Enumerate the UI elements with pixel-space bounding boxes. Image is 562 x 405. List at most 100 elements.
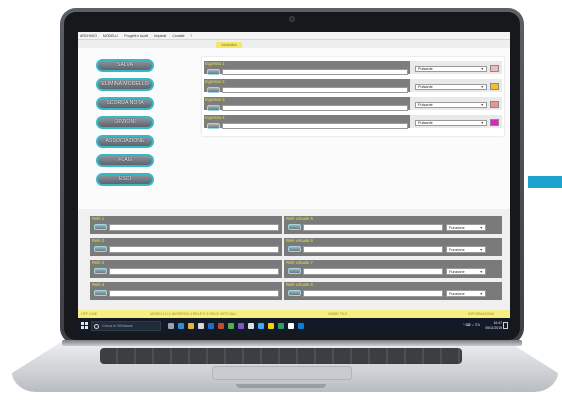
relay-toggle[interactable] (94, 290, 107, 296)
input-bar: Ingresso 1 (204, 61, 410, 75)
menu-item-help[interactable]: ? (190, 34, 192, 38)
relay-toggle[interactable] (94, 268, 107, 274)
settings-icon[interactable] (248, 323, 254, 329)
input-name-field[interactable] (222, 69, 408, 75)
laptop-scene: ARCHIVIO MODELLI Progetti e Audit Impian… (0, 0, 562, 405)
select-value: Pulsante (418, 103, 433, 107)
select-value: Funzione (449, 292, 465, 296)
chrome-icon[interactable] (228, 323, 234, 329)
laptop-keyboard (100, 348, 462, 364)
input-name-field[interactable] (222, 123, 408, 129)
options-button[interactable]: OPZIONI (96, 116, 154, 129)
function-select[interactable]: Funzione ▼ (446, 290, 486, 297)
menu-item-contatti[interactable]: Contatti (172, 34, 184, 38)
info-label[interactable]: INFORMAZIONI (468, 312, 494, 316)
input-row: Ingresso 2 Pulsante ▼ (204, 76, 502, 93)
app-window: ARCHIVIO MODELLI Progetti e Audit Impian… (78, 32, 510, 334)
input-name-field[interactable] (222, 105, 408, 111)
chevron-down-icon: ▼ (480, 67, 484, 71)
document-icon[interactable] (288, 323, 294, 329)
input-options: Pulsante ▼ (410, 115, 502, 128)
windows-start-icon[interactable] (81, 322, 88, 329)
app-active-icon[interactable] (298, 323, 304, 329)
relay-name-field[interactable] (109, 268, 279, 275)
clock[interactable]: 16:47 05/11/2019 (485, 321, 502, 330)
exit-button[interactable]: ESCI (96, 173, 154, 186)
notification-icon[interactable] (503, 322, 508, 329)
virtual-relay-name-field[interactable] (303, 290, 443, 297)
association-button[interactable]: ASSOCIAZIONE (96, 135, 154, 148)
input-toggle[interactable] (207, 123, 220, 129)
excel-icon[interactable] (278, 323, 284, 329)
relay-label: Relè 1 (92, 216, 105, 221)
menu-item-progetti[interactable]: Progetti e Audit (124, 34, 148, 38)
virtual-relay-name-field[interactable] (303, 246, 443, 253)
input-name-field[interactable] (222, 87, 408, 93)
virtual-relay-toggle[interactable] (288, 268, 301, 274)
relay-toggle[interactable] (94, 246, 107, 252)
folder-icon[interactable] (188, 323, 194, 329)
system-tray[interactable]: ^ ⌨ ♪ ITA (463, 323, 480, 327)
input-toggle[interactable] (207, 87, 220, 93)
virtual-relay-cell: Relè virtuale 7 Funzione ▼ (284, 260, 502, 278)
menu-item-impianti[interactable]: Impianti (154, 34, 166, 38)
virtual-relay-toggle[interactable] (288, 246, 301, 252)
relays-panel: Relè 1 Relè 2 Relè 3 Relè 4 Relè virtual… (78, 209, 510, 310)
menu-bar: ARCHIVIO MODELLI Progetti e Audit Impian… (78, 32, 510, 40)
notes-icon[interactable] (268, 323, 274, 329)
virtual-relay-cell: Relè virtuale 5 Funzione ▼ (284, 216, 502, 234)
office-icon[interactable] (218, 323, 224, 329)
chevron-down-icon: ▼ (480, 121, 484, 125)
delete-model-button[interactable]: ELIMINA MODELLO (96, 78, 154, 91)
function-select[interactable]: Funzione ▼ (446, 224, 486, 231)
menu-item-modelli[interactable]: MODELLI (103, 34, 118, 38)
virtual-relay-toggle[interactable] (288, 290, 301, 296)
laptop-hinge (62, 340, 522, 346)
clear-note-button[interactable]: SCORDA NOTA (96, 97, 154, 110)
virtual-relay-name-field[interactable] (303, 224, 443, 231)
input-options: Pulsante ▼ (410, 97, 502, 110)
input-label: Ingresso 2 (205, 79, 225, 84)
relay-cell: Relè 3 (90, 260, 282, 278)
input-type-select[interactable]: Pulsante ▼ (415, 120, 487, 126)
relay-cell: Relè 4 (90, 282, 282, 300)
virtual-relay-cell: Relè virtuale 6 Funzione ▼ (284, 238, 502, 256)
color-swatch[interactable] (490, 83, 499, 90)
relay-name-field[interactable] (109, 246, 279, 253)
webcam-icon (290, 17, 294, 21)
color-swatch[interactable] (490, 65, 499, 72)
mail-icon[interactable] (208, 323, 214, 329)
chevron-down-icon: ▼ (480, 103, 484, 107)
relay-name-field[interactable] (109, 224, 279, 231)
edge-icon[interactable] (178, 323, 184, 329)
virtual-relay-toggle[interactable] (288, 224, 301, 230)
input-type-select[interactable]: Pulsante ▼ (415, 84, 487, 90)
relay-name-field[interactable] (109, 290, 279, 297)
menu-item-archivio[interactable]: ARCHIVIO (80, 34, 97, 38)
photos-icon[interactable] (258, 323, 264, 329)
save-button[interactable]: SALVA (96, 59, 154, 72)
taskbar: Cerca in Windows ^ ⌨ ♪ ITA 16:47 05/11/2… (78, 318, 510, 334)
select-value: Funzione (449, 226, 465, 230)
color-swatch[interactable] (490, 119, 499, 126)
virtual-relay-cell: Relè virtuale 8 Funzione ▼ (284, 282, 502, 300)
color-swatch[interactable] (490, 101, 499, 108)
input-options: Pulsante ▼ (410, 61, 502, 74)
app-icon[interactable] (238, 323, 244, 329)
taskbar-search[interactable]: Cerca in Windows (91, 321, 161, 331)
relay-toggle[interactable] (94, 224, 107, 230)
cortana-icon (94, 324, 99, 329)
laptop-trackpad (212, 366, 352, 380)
input-type-select[interactable]: Pulsante ▼ (415, 66, 487, 72)
function-select[interactable]: Funzione ▼ (446, 246, 486, 253)
flag-button[interactable]: FLAG (96, 154, 154, 167)
virtual-relay-name-field[interactable] (303, 268, 443, 275)
input-options: Pulsante ▼ (410, 79, 502, 92)
function-select[interactable]: Funzione ▼ (446, 268, 486, 275)
input-toggle[interactable] (207, 69, 220, 75)
task-view-icon[interactable] (168, 323, 174, 329)
input-label: Ingresso 4 (205, 115, 225, 120)
input-type-select[interactable]: Pulsante ▼ (415, 102, 487, 108)
input-toggle[interactable] (207, 105, 220, 111)
store-icon[interactable] (198, 323, 204, 329)
